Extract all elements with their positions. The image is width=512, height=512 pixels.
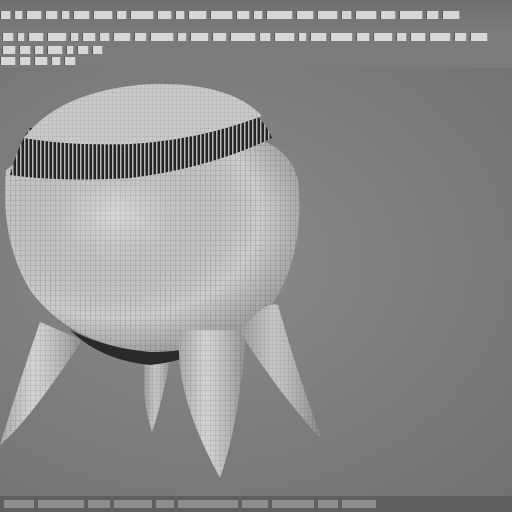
tool-button[interactable] <box>66 46 74 54</box>
toolbar-row-secondary <box>2 46 103 54</box>
status-field <box>156 500 174 508</box>
menu-item[interactable] <box>116 11 127 19</box>
tool-button[interactable] <box>190 33 209 41</box>
tool-button[interactable] <box>92 46 103 54</box>
menu-item[interactable] <box>426 11 439 19</box>
menu-item[interactable] <box>157 11 172 19</box>
menu-item[interactable] <box>253 11 263 19</box>
toolbar-row-tertiary <box>0 57 76 65</box>
menu-item[interactable] <box>355 11 377 19</box>
tool-button[interactable] <box>470 33 488 41</box>
tool-button[interactable] <box>429 33 451 41</box>
tool-button[interactable] <box>2 33 14 41</box>
tool-button[interactable] <box>150 33 174 41</box>
tool-button[interactable] <box>134 33 147 41</box>
menu-item[interactable] <box>399 11 423 19</box>
menu-item[interactable] <box>93 11 113 19</box>
status-field <box>272 500 314 508</box>
tool-button[interactable] <box>47 33 67 41</box>
tool-button[interactable] <box>177 33 187 41</box>
tool-button[interactable] <box>19 57 31 65</box>
status-bar <box>0 496 512 512</box>
status-field <box>342 500 376 508</box>
tool-button[interactable] <box>212 33 227 41</box>
tool-button[interactable] <box>47 46 63 54</box>
menu-item[interactable] <box>73 11 90 19</box>
toolbar-row <box>2 33 488 41</box>
tool-button[interactable] <box>19 46 31 54</box>
menu-item[interactable] <box>61 11 70 19</box>
menu-item[interactable] <box>296 11 314 19</box>
tool-button[interactable] <box>298 33 307 41</box>
status-field <box>178 500 238 508</box>
menu-item[interactable] <box>26 11 42 19</box>
tool-button[interactable] <box>82 33 96 41</box>
tool-button[interactable] <box>34 46 44 54</box>
menu-item[interactable] <box>45 11 58 19</box>
tool-button[interactable] <box>64 57 76 65</box>
menu-item[interactable] <box>341 11 352 19</box>
tool-button[interactable] <box>77 46 89 54</box>
menu-item[interactable] <box>380 11 396 19</box>
tool-button[interactable] <box>274 33 295 41</box>
tool-button[interactable] <box>17 33 25 41</box>
tool-button[interactable] <box>330 33 353 41</box>
menu-item[interactable] <box>130 11 154 19</box>
mesh-leg-front-center <box>178 330 246 478</box>
menu-item[interactable] <box>236 11 250 19</box>
tool-button[interactable] <box>2 46 16 54</box>
tool-button[interactable] <box>51 57 61 65</box>
tool-button[interactable] <box>356 33 370 41</box>
mesh-leg-right <box>240 304 322 440</box>
tool-button[interactable] <box>373 33 393 41</box>
status-field <box>38 500 84 508</box>
menu-item[interactable] <box>266 11 293 19</box>
menu-item[interactable] <box>317 11 338 19</box>
status-field <box>318 500 338 508</box>
status-field <box>4 500 34 508</box>
tool-button[interactable] <box>310 33 327 41</box>
tool-button[interactable] <box>70 33 79 41</box>
tool-button[interactable] <box>99 33 110 41</box>
main-menu-row <box>0 11 460 19</box>
tool-button[interactable] <box>28 33 44 41</box>
menu-bar <box>0 0 512 30</box>
menu-item[interactable] <box>210 11 233 19</box>
mesh-leg-front-left <box>0 322 82 445</box>
status-field <box>88 500 110 508</box>
tool-button[interactable] <box>34 57 48 65</box>
status-field <box>114 500 152 508</box>
tool-button[interactable] <box>259 33 271 41</box>
tool-button[interactable] <box>410 33 426 41</box>
menu-item[interactable] <box>442 11 460 19</box>
tool-button[interactable] <box>396 33 407 41</box>
tool-button[interactable] <box>113 33 131 41</box>
mesh-render[interactable] <box>0 68 512 496</box>
3d-viewport[interactable] <box>0 68 512 496</box>
tool-button[interactable] <box>230 33 256 41</box>
menu-item[interactable] <box>188 11 207 19</box>
menu-item[interactable] <box>175 11 185 19</box>
menu-item[interactable] <box>14 11 23 19</box>
menu-item[interactable] <box>0 11 11 19</box>
status-field <box>242 500 268 508</box>
tool-button[interactable] <box>0 57 16 65</box>
tool-button[interactable] <box>454 33 467 41</box>
